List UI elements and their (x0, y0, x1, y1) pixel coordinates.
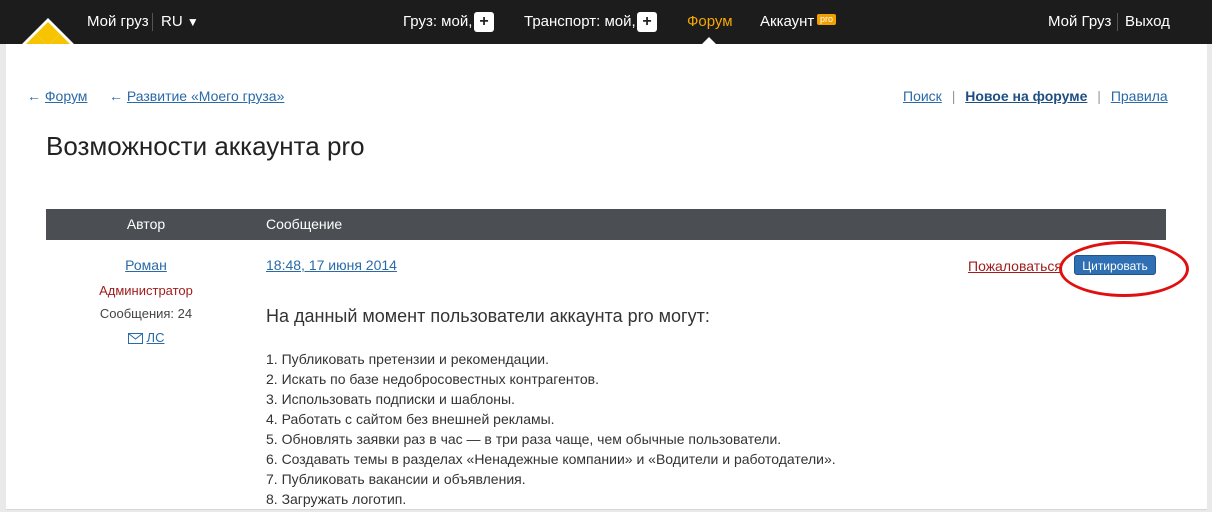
nav-account-link[interactable]: Аккаунт (760, 13, 814, 31)
complain-link[interactable]: Пожаловаться (968, 258, 1062, 274)
chevron-down-icon: ▼ (186, 15, 199, 29)
divider: | (951, 88, 956, 104)
nav-cargo-link[interactable]: Груз: мой, (403, 13, 472, 31)
pro-badge: pro (817, 14, 837, 25)
breadcrumb-section-label: Развитие «Моего груза» (126, 88, 285, 104)
private-message-link[interactable]: ЛС (46, 330, 246, 345)
forum-links: Поиск | Новое на форуме | Правила (903, 87, 1168, 105)
nav-transport-link[interactable]: Транспорт: мой, (524, 13, 636, 31)
author-role: Администратор (99, 283, 193, 298)
search-link[interactable]: Поиск (903, 88, 942, 104)
logout-link[interactable]: Выход (1125, 13, 1170, 31)
arrow-left-icon: ← (27, 88, 41, 104)
arrow-left-icon: ← (109, 88, 123, 104)
list-item: 8. Загружать логотип. (266, 491, 407, 507)
language-label: RU (161, 13, 183, 30)
language-selector[interactable]: RU ▼ (161, 13, 199, 31)
list-item: 6. Создавать темы в разделах «Ненадежные… (266, 451, 836, 467)
author-name-link[interactable]: Роман (46, 257, 246, 273)
list-item: 3. Использовать подписки и шаблоны. (266, 391, 515, 407)
post-date-link[interactable]: 18:48, 17 июня 2014 (266, 257, 397, 273)
quote-button[interactable]: Цитировать (1074, 255, 1156, 275)
main-content: ← Форум ← Развитие «Моего груза» Поиск |… (6, 44, 1207, 510)
table-header: Автор Сообщение (46, 209, 1166, 240)
column-header-message: Сообщение (266, 216, 343, 232)
divider (1117, 13, 1118, 31)
list-item: 5. Обновлять заявки раз в час — в три ра… (266, 431, 782, 447)
nav-forum-link[interactable]: Форум (687, 13, 733, 31)
post-heading: На данный момент пользователи аккаунта p… (266, 306, 710, 326)
list-item: 7. Публиковать вакансии и объявления. (266, 471, 526, 487)
add-cargo-button[interactable]: + (474, 12, 494, 32)
top-navigation-bar: Мой груз RU ▼ Груз: мой, + Транспорт: мо… (0, 0, 1212, 72)
my-cargo-link[interactable]: Мой груз (87, 13, 149, 31)
column-header-author: Автор (126, 216, 166, 232)
my-cargo-right-link[interactable]: Мой Груз (1048, 13, 1111, 31)
divider (152, 13, 153, 31)
rules-link[interactable]: Правила (1111, 88, 1168, 104)
divider: | (1097, 88, 1101, 104)
author-message-count: Сообщения: 24 (99, 306, 193, 321)
list-item: 4. Работать с сайтом без внешней рекламы… (266, 411, 555, 427)
add-transport-button[interactable]: + (637, 12, 657, 32)
private-message-label: ЛС (146, 330, 165, 345)
breadcrumb-forum[interactable]: ← Форум (27, 87, 87, 105)
divider (6, 509, 1207, 510)
list-item: 1. Публиковать претензии и рекомендации. (266, 351, 549, 367)
new-on-forum-link[interactable]: Новое на форуме (965, 88, 1087, 104)
breadcrumb-forum-label: Форум (44, 88, 88, 104)
list-item: 2. Искать по базе недобросовестных контр… (266, 371, 599, 387)
envelope-icon (127, 333, 143, 344)
post-feature-list: 1. Публиковать претензии и рекомендации.… (266, 349, 836, 509)
page-title: Возможности аккаунта pro (46, 131, 365, 161)
breadcrumb-section[interactable]: ← Развитие «Моего груза» (109, 87, 284, 105)
